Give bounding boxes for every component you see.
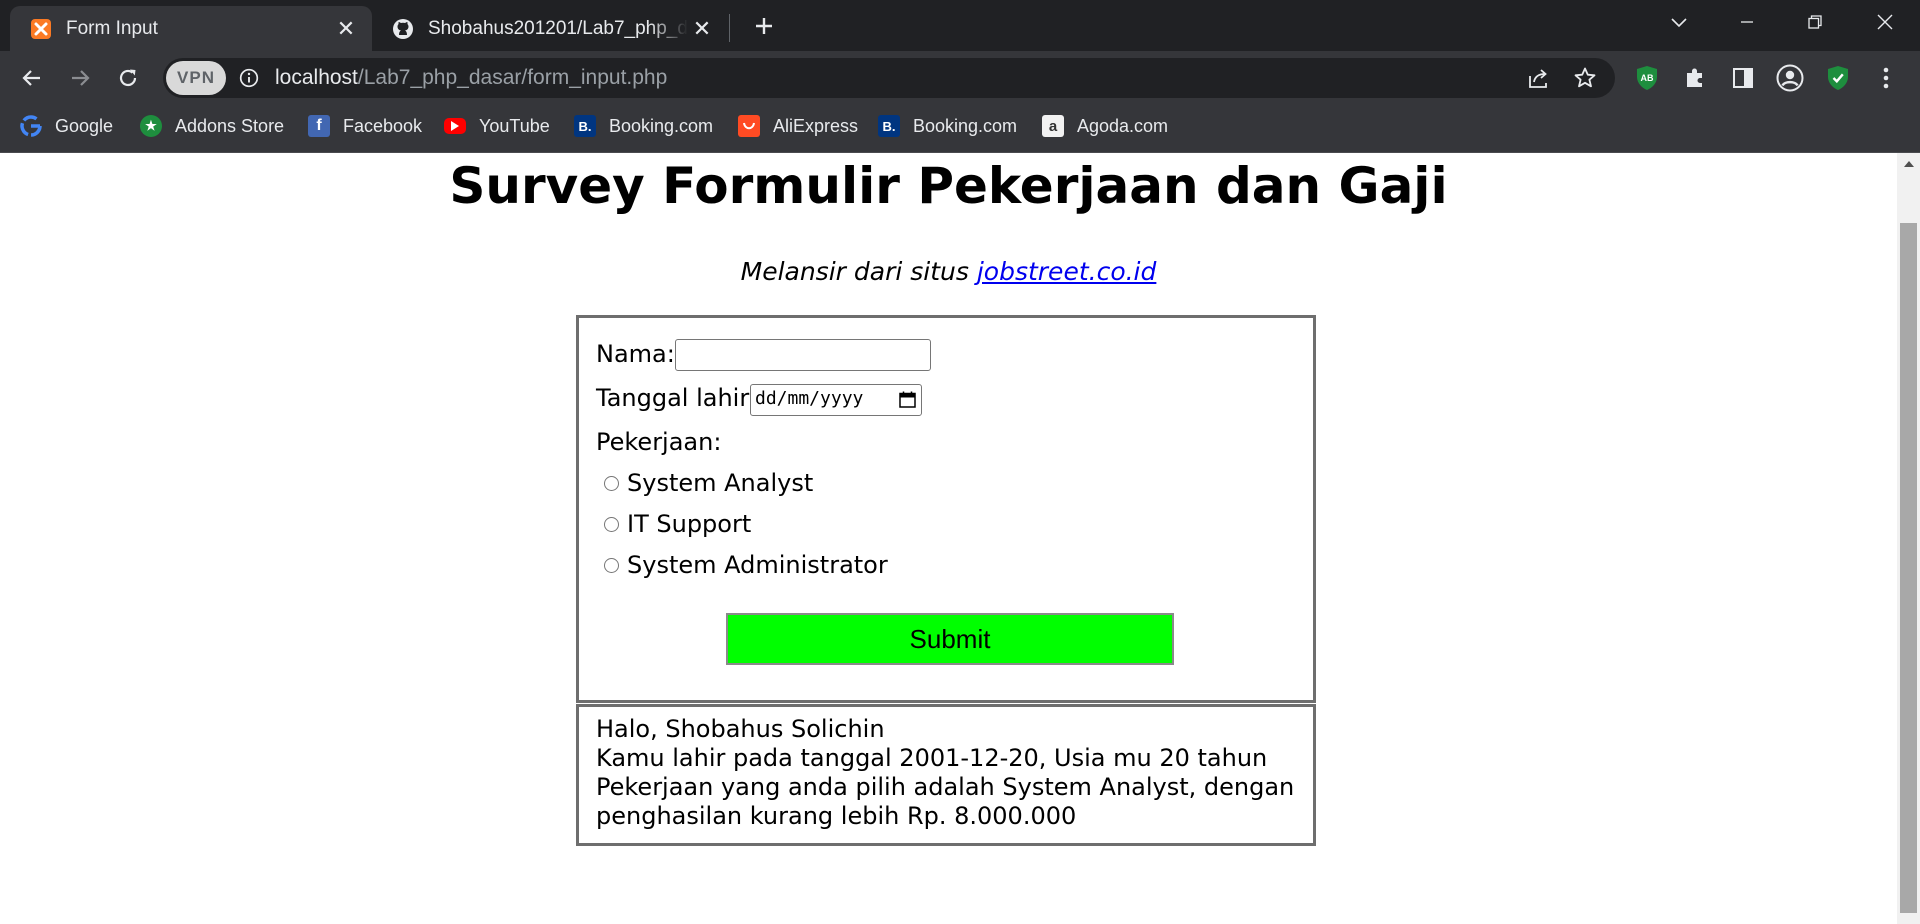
result-birthdate: Kamu lahir pada tanggal 2001-12-20, Usia… [596,744,1268,772]
radio-it-support[interactable] [604,517,619,532]
nama-label: Nama: [596,340,675,368]
page-subtitle: Melansir dari situs jobstreet.co.id [0,257,1897,286]
close-tab-icon[interactable]: ✕ [332,15,360,43]
back-arrow-icon[interactable] [13,59,51,97]
url-path: /Lab7_php_dasar/form_input.php [357,66,668,89]
bookmark-label: AliExpress [773,115,859,136]
vpn-badge[interactable]: VPN [166,61,226,95]
date-placeholder: dd/mm/yyyy [755,388,864,409]
browser-toolbar: VPN localhost/Lab7_php_dasar/form_input.… [0,51,1920,106]
tanggal-lahir-date-input[interactable]: dd/mm/yyyy [750,384,922,416]
forward-arrow-icon[interactable] [61,59,99,97]
result-salary: penghasilan kurang lebih Rp. 8.000.000 [596,802,1077,830]
submit-button[interactable]: Submit [726,613,1174,665]
tab-title: Form Input [66,17,158,39]
bookmark-facebook[interactable]: f Facebook [308,106,422,146]
jobstreet-link[interactable]: jobstreet.co.id [977,257,1157,286]
extensions-puzzle-icon[interactable] [1676,59,1714,97]
youtube-icon [444,118,466,134]
browser-menu-kebab-icon[interactable] [1867,59,1905,97]
result-greeting: Halo, Shobahus Solichin [596,715,885,743]
tab-title: Shobahus201201/Lab7_php_dasar [428,17,688,39]
calendar-icon[interactable] [899,391,916,408]
profile-avatar-icon[interactable] [1771,59,1809,97]
site-info-icon[interactable] [239,68,259,92]
bookmark-label: Booking.com [913,115,1018,136]
tab-strip: Form Input ✕ Shobahus201201/Lab7_php_das… [0,0,1920,51]
page-viewport: Survey Formulir Pekerjaan dan Gaji Melan… [0,153,1897,924]
page-scrollbar[interactable] [1897,153,1920,924]
close-window-icon[interactable] [1862,0,1908,44]
tab-search-chevron-down-icon[interactable] [1656,0,1702,44]
aliexpress-icon [738,115,760,137]
tab-github[interactable]: Shobahus201201/Lab7_php_dasar ✕ [372,6,728,51]
adblock-extension-icon[interactable]: AB [1628,59,1666,97]
tab-divider [729,14,730,42]
address-bar[interactable]: VPN localhost/Lab7_php_dasar/form_input.… [163,58,1615,98]
agoda-icon: a [1042,115,1064,137]
github-icon [392,18,414,40]
bookmark-star-icon[interactable] [1573,66,1597,94]
booking-icon: B. [574,115,596,137]
reload-icon[interactable] [109,59,147,97]
security-shield-extension-icon[interactable] [1819,59,1857,97]
new-tab-plus-icon[interactable] [748,10,780,42]
share-icon[interactable] [1527,67,1551,93]
svg-text:AB: AB [1641,73,1654,83]
bookmark-agoda[interactable]: a Agoda.com [1042,106,1168,146]
url-host: localhost [275,66,358,89]
bookmark-label: Agoda.com [1077,115,1169,136]
bookmark-label: Facebook [343,115,423,136]
scrollbar-thumb[interactable] [1900,223,1917,913]
option-label: System Administrator [627,551,888,579]
xampp-icon [30,18,52,40]
side-panel-icon[interactable] [1724,59,1762,97]
page-title: Survey Formulir Pekerjaan dan Gaji [449,157,1448,215]
radio-system-administrator[interactable] [604,558,619,573]
bookmark-label: YouTube [479,115,550,136]
bookmark-google[interactable]: Google [20,106,113,146]
survey-form: Nama: Tanggal lahir: dd/mm/yyyy Pekerjaa… [576,315,1316,703]
subtitle-text: Melansir dari situs [740,257,977,286]
bookmark-aliexpress[interactable]: AliExpress [738,106,858,146]
bookmark-label: Booking.com [609,115,714,136]
bookmark-youtube[interactable]: YouTube [444,106,550,146]
bookmark-booking[interactable]: B. Booking.com [878,106,1017,146]
nama-input[interactable] [675,339,931,371]
radio-system-analyst[interactable] [604,476,619,491]
result-panel: Halo, Shobahus Solichin Kamu lahir pada … [576,704,1316,846]
bookmark-addons-store[interactable]: ★ Addons Store [140,106,284,146]
pekerjaan-label: Pekerjaan: [596,428,722,456]
bookmark-label: Addons Store [175,115,285,136]
restore-icon[interactable] [1792,0,1838,44]
bookmark-booking[interactable]: B. Booking.com [574,106,713,146]
minimize-icon[interactable] [1724,0,1770,44]
addons-store-icon: ★ [140,115,162,137]
bookmarks-bar: Google ★ Addons Store f Facebook YouTube… [0,106,1920,153]
google-icon [20,115,42,137]
facebook-icon: f [308,115,330,137]
close-tab-icon[interactable]: ✕ [688,15,716,43]
booking-icon: B. [878,115,900,137]
option-label: System Analyst [627,469,814,497]
option-label: IT Support [627,510,752,538]
tab-form-input[interactable]: Form Input ✕ [10,6,372,51]
bookmark-label: Google [55,115,114,136]
scroll-up-arrow-icon[interactable] [1897,153,1920,173]
result-job: Pekerjaan yang anda pilih adalah System … [596,773,1295,801]
tanggal-lahir-label: Tanggal lahir: [596,384,757,412]
url-text[interactable]: localhost/Lab7_php_dasar/form_input.php [275,58,667,98]
